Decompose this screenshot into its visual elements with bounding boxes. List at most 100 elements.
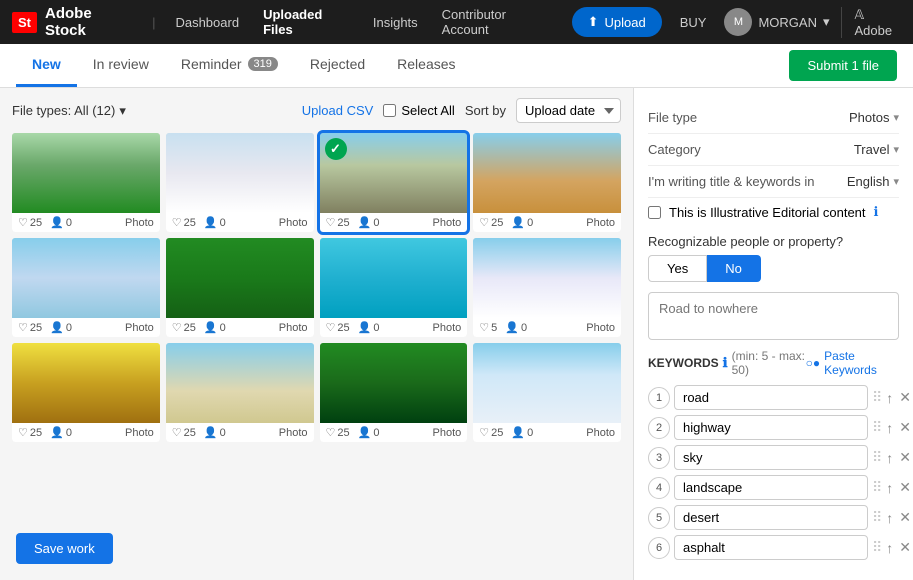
- keyword-remove-5[interactable]: ✕: [897, 509, 913, 526]
- nav-insights[interactable]: Insights: [365, 15, 426, 30]
- photo-item-10[interactable]: ♡25 👤0 Photo: [166, 343, 314, 442]
- keyword-row-3: 3 ⠿ ↑ ✕: [648, 445, 899, 470]
- editorial-info-icon[interactable]: ℹ: [874, 204, 879, 220]
- writing-chevron: ▾: [893, 175, 899, 188]
- main-layout: File types: All (12) ▾ Upload CSV Select…: [0, 88, 913, 580]
- photo-item-7[interactable]: ♡25 👤0 Photo: [320, 238, 468, 337]
- keyword-move-up-1[interactable]: ↑: [884, 390, 895, 406]
- nav-contributor-account[interactable]: Contributor Account: [434, 7, 556, 37]
- toolbar: File types: All (12) ▾ Upload CSV Select…: [12, 98, 621, 123]
- title-input[interactable]: [648, 292, 899, 340]
- keyword-move-up-2[interactable]: ↑: [884, 420, 895, 436]
- keyword-actions-2: ⠿ ↑ ✕: [872, 419, 913, 436]
- keyword-move-up-5[interactable]: ↑: [884, 510, 895, 526]
- photo-item-6[interactable]: ♡25 👤0 Photo: [166, 238, 314, 337]
- writing-label: I'm writing title & keywords in: [648, 174, 814, 189]
- top-navigation: St Adobe Stock | Dashboard Uploaded File…: [0, 0, 913, 44]
- keyword-remove-2[interactable]: ✕: [897, 419, 913, 436]
- save-work-button[interactable]: Save work: [16, 533, 113, 564]
- photo-item-2[interactable]: ♡25 👤0 Photo: [166, 133, 314, 232]
- keyword-actions-1: ⠿ ↑ ✕: [872, 389, 913, 406]
- photo-meta-9: ♡25 👤0 Photo: [12, 423, 160, 442]
- sub-navigation: New In review Reminder 319 Rejected Rele…: [0, 44, 913, 88]
- user-menu[interactable]: M MORGAN ▾: [724, 8, 829, 36]
- photo-grid: ♡25 👤0 Photo ♡25 👤0 Photo: [12, 133, 621, 442]
- keyword-input-3[interactable]: [674, 445, 868, 470]
- photo-meta-2: ♡25 👤0 Photo: [166, 213, 314, 232]
- keyword-move-up-3[interactable]: ↑: [884, 450, 895, 466]
- keyword-remove-4[interactable]: ✕: [897, 479, 913, 496]
- sort-label: Sort by: [465, 103, 506, 118]
- keyword-actions-4: ⠿ ↑ ✕: [872, 479, 913, 496]
- tab-releases[interactable]: Releases: [381, 44, 471, 87]
- keyword-drag-3[interactable]: ⠿: [872, 449, 882, 466]
- photo-item-1[interactable]: ♡25 👤0 Photo: [12, 133, 160, 232]
- reminder-badge: 319: [248, 57, 278, 71]
- keywords-info-icon[interactable]: ℹ: [723, 355, 728, 371]
- keyword-number-6: 6: [648, 537, 670, 559]
- upload-icon: ⬆: [588, 14, 599, 30]
- photo-meta-4: ♡25 👤0 Photo: [473, 213, 621, 232]
- keyword-remove-1[interactable]: ✕: [897, 389, 913, 406]
- file-type-row: File type Photos ▾: [648, 102, 899, 134]
- people-property-label: Recognizable people or property?: [648, 226, 899, 255]
- keyword-drag-1[interactable]: ⠿: [872, 389, 882, 406]
- yes-button[interactable]: Yes: [648, 255, 707, 282]
- photo-item-11[interactable]: ♡25 👤0 Photo: [320, 343, 468, 442]
- keyword-input-1[interactable]: [674, 385, 868, 410]
- no-button[interactable]: No: [707, 255, 761, 282]
- nav-dashboard[interactable]: Dashboard: [167, 15, 247, 30]
- upload-button[interactable]: ⬆ Upload: [572, 7, 662, 37]
- keyword-input-2[interactable]: [674, 415, 868, 440]
- writing-value[interactable]: English ▾: [847, 174, 899, 189]
- keyword-remove-3[interactable]: ✕: [897, 449, 913, 466]
- nav-uploaded-files[interactable]: Uploaded Files: [255, 7, 357, 37]
- category-value[interactable]: Travel ▾: [854, 142, 899, 157]
- tab-new[interactable]: New: [16, 44, 77, 87]
- photo-item-5[interactable]: ♡25 👤0 Photo: [12, 238, 160, 337]
- photo-item-9[interactable]: ♡25 👤0 Photo: [12, 343, 160, 442]
- keyword-number-4: 4: [648, 477, 670, 499]
- keyword-drag-5[interactable]: ⠿: [872, 509, 882, 526]
- upload-csv-button[interactable]: Upload CSV: [302, 103, 374, 118]
- category-chevron: ▾: [893, 143, 899, 156]
- keyword-remove-6[interactable]: ✕: [897, 539, 913, 556]
- keyword-number-1: 1: [648, 387, 670, 409]
- right-panel: File type Photos ▾ Category Travel ▾ I'm…: [633, 88, 913, 580]
- file-type-value[interactable]: Photos ▾: [849, 110, 899, 125]
- tab-rejected[interactable]: Rejected: [294, 44, 381, 87]
- photo-item-8[interactable]: ♡5 👤0 Photo: [473, 238, 621, 337]
- paste-keywords-button[interactable]: ○● Paste Keywords: [806, 349, 899, 377]
- tab-reminder[interactable]: Reminder 319: [165, 44, 294, 87]
- keyword-row-2: 2 ⠿ ↑ ✕: [648, 415, 899, 440]
- keyword-drag-6[interactable]: ⠿: [872, 539, 882, 556]
- adobe-logo: 𝔸 Adobe: [841, 7, 901, 38]
- keyword-row-4: 4 ⠿ ↑ ✕: [648, 475, 899, 500]
- tab-in-review[interactable]: In review: [77, 44, 165, 87]
- keyword-number-3: 3: [648, 447, 670, 469]
- photo-meta-1: ♡25 👤0 Photo: [12, 213, 160, 232]
- keyword-input-4[interactable]: [674, 475, 868, 500]
- buy-button[interactable]: BUY: [670, 15, 717, 30]
- keyword-input-5[interactable]: [674, 505, 868, 530]
- keyword-drag-4[interactable]: ⠿: [872, 479, 882, 496]
- keyword-row-5: 5 ⠿ ↑ ✕: [648, 505, 899, 530]
- editorial-checkbox[interactable]: [648, 206, 661, 219]
- keyword-move-up-6[interactable]: ↑: [884, 540, 895, 556]
- editorial-label: This is Illustrative Editorial content: [669, 205, 866, 220]
- keyword-row-1: 1 ⠿ ↑ ✕: [648, 385, 899, 410]
- submit-file-button[interactable]: Submit 1 file: [789, 50, 897, 81]
- keyword-row-6: 6 ⠿ ↑ ✕: [648, 535, 899, 560]
- sort-select[interactable]: Upload date File name Status: [516, 98, 621, 123]
- logo-st: St: [12, 12, 37, 33]
- keyword-input-6[interactable]: [674, 535, 868, 560]
- nav-divider: |: [152, 15, 155, 30]
- select-all-checkbox[interactable]: [383, 104, 396, 117]
- photo-item-4[interactable]: ♡25 👤0 Photo: [473, 133, 621, 232]
- file-types-filter[interactable]: File types: All (12) ▾: [12, 103, 126, 119]
- photo-item-3[interactable]: ✓ ♡25 👤0 Photo: [320, 133, 468, 232]
- keyword-drag-2[interactable]: ⠿: [872, 419, 882, 436]
- keyword-move-up-4[interactable]: ↑: [884, 480, 895, 496]
- photo-meta-10: ♡25 👤0 Photo: [166, 423, 314, 442]
- photo-item-12[interactable]: ♡25 👤0 Photo: [473, 343, 621, 442]
